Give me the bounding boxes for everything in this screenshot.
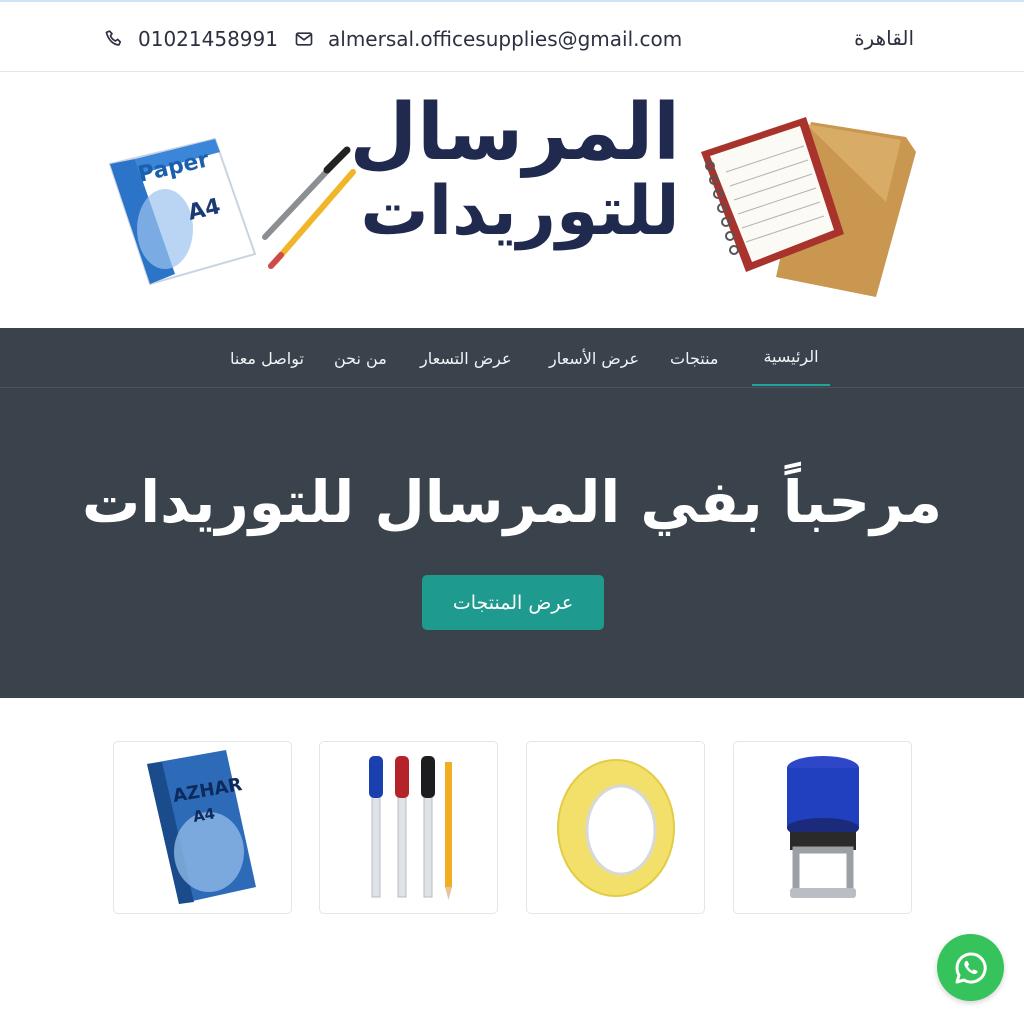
nav-item-home[interactable]: الرئيسية [752, 328, 830, 386]
phone-icon [105, 30, 122, 46]
paper-ream-product-image: AZHAR A4 [147, 750, 256, 904]
logo-title: المرسال للتوريدات [349, 88, 680, 251]
nav-item-pricing[interactable]: عرض التسعار [420, 328, 512, 388]
whatsapp-button[interactable] [937, 934, 1004, 1001]
paper-ream-image: Paper A4 [108, 137, 257, 286]
top-bar: 01021458991 almersal.officesupplies@gmai… [0, 0, 1024, 72]
product-card-pens[interactable] [319, 741, 498, 914]
mail-icon [295, 32, 313, 46]
main-navigation: الرئيسية منتجات عرض الأسعار عرض التسعار … [0, 328, 1024, 388]
logo-line-2: للتوريدات [360, 172, 680, 251]
stamp-product-image [787, 756, 859, 898]
email-address: almersal.officesupplies@gmail.com [328, 27, 683, 51]
tape-product-image [557, 759, 675, 897]
notebook-envelope-image [701, 117, 916, 297]
email-contact[interactable]: almersal.officesupplies@gmail.com [294, 24, 682, 54]
nav-item-about[interactable]: من نحن [334, 328, 387, 388]
hero-title: مرحباً بفي المرسال للتوريدات [81, 468, 943, 536]
phone-number: 01021458991 [138, 27, 278, 51]
view-products-button[interactable]: عرض المنتجات [422, 575, 604, 630]
hero-section: مرحباً بفي المرسال للتوريدات عرض المنتجا… [0, 388, 1024, 698]
logo-banner: Paper A4 المرسال للتوريدات [0, 72, 1024, 328]
nav-item-quotes[interactable]: عرض الأسعار [549, 328, 639, 388]
pens-product-image [369, 756, 452, 900]
product-card-paper[interactable]: AZHAR A4 [113, 741, 292, 914]
product-card-tape[interactable] [526, 741, 705, 914]
nav-item-products[interactable]: منتجات [670, 328, 719, 388]
logo-line-1: المرسال [349, 88, 680, 178]
nav-item-contact[interactable]: تواصل معنا [230, 328, 304, 388]
city-label: القاهرة [854, 26, 914, 50]
whatsapp-icon [955, 951, 987, 983]
paper-product-sub: A4 [192, 804, 217, 826]
phone-contact[interactable]: 01021458991 [104, 24, 278, 54]
product-card-stamp[interactable] [733, 741, 912, 914]
